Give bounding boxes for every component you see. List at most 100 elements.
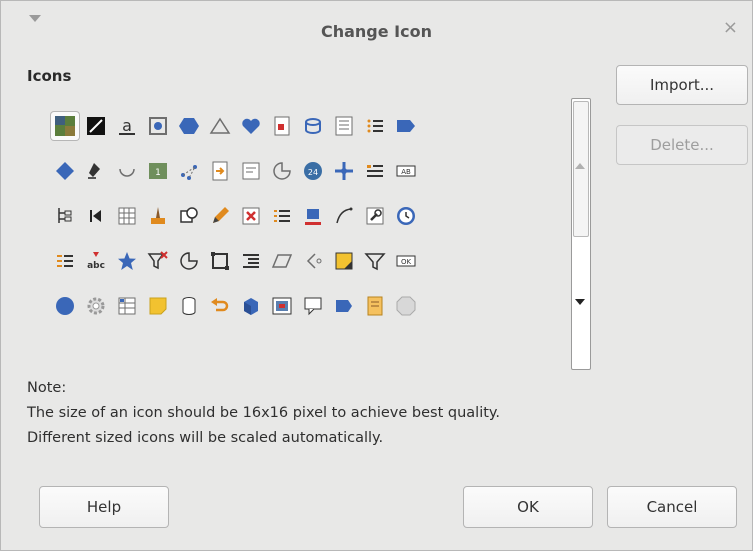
icon-list-scrollbar[interactable] [571,98,591,370]
smile-arc-icon [113,157,141,185]
svg-text:AB: AB [401,168,411,176]
icon-cell-column-list[interactable] [328,103,359,148]
pentagon-arrow-icon [392,112,420,140]
icon-cell-chevron-back[interactable] [297,238,328,283]
icon-cell-ok-button[interactable]: OK [390,238,421,283]
filter-delete-icon [144,247,172,275]
icon-cell-numbered-list-2[interactable] [49,238,80,283]
scroll-down-arrow-icon[interactable] [575,299,585,305]
icon-cell-skip-first[interactable] [80,193,111,238]
table-grid-icon [113,202,141,230]
cancel-button[interactable]: Cancel [607,486,737,528]
icon-cell-db-refresh[interactable] [297,103,328,148]
icon-cell-calendar-24[interactable]: 24 [297,148,328,193]
circle-blue-icon [51,292,79,320]
icon-cell-move-cross[interactable] [328,148,359,193]
icon-cell-cylinder[interactable] [173,283,204,328]
icon-cell-document-orange[interactable] [359,283,390,328]
cylinder-icon [175,292,203,320]
icon-cell-data-table[interactable] [111,283,142,328]
icon-cell-diamond[interactable] [49,148,80,193]
icon-cell-folded-corner[interactable] [328,238,359,283]
pencil-icon [206,202,234,230]
icon-cell-filter-delete[interactable] [142,238,173,283]
icon-cell-shape-points[interactable] [173,148,204,193]
delete-button[interactable]: Delete... [616,125,748,165]
icon-cell-black-white-square[interactable] [80,103,111,148]
icon-cell-funnel[interactable] [359,238,390,283]
clock-icon [392,202,420,230]
icon-cell-delete-box[interactable] [235,193,266,238]
icon-cell-cube[interactable] [235,283,266,328]
change-icon-dialog: Change Icon × Icons a 1 24 AB abc OK Import..… [0,0,753,551]
window-menu-icon[interactable] [29,15,41,22]
ok-button[interactable]: OK [463,486,593,528]
icon-cell-bullet-list[interactable] [359,103,390,148]
icon-cell-paint-brush[interactable] [142,193,173,238]
icon-cell-parallelogram[interactable] [266,238,297,283]
column-list-icon [330,112,358,140]
icons-section-label: Icons [27,67,72,85]
close-icon[interactable]: × [723,19,738,37]
icon-cell-numbered-list[interactable] [266,193,297,238]
icon-cell-pencil[interactable] [204,193,235,238]
icon-cell-circle-arc[interactable] [173,238,204,283]
note-line-2: Different sized icons will be scaled aut… [27,430,384,446]
icon-cell-tree-view[interactable] [49,193,80,238]
spell-check-icon: abc [82,247,110,275]
icon-cell-text-box[interactable] [235,148,266,193]
diamond-icon [51,157,79,185]
parallelogram-icon [268,247,296,275]
icon-cell-heart[interactable] [235,103,266,148]
icon-cell-underline-box[interactable] [297,193,328,238]
image-map-icon: 1 [144,157,172,185]
icon-cell-insert-file[interactable] [204,148,235,193]
stamp-icon [82,157,110,185]
icon-cell-image-map[interactable]: 1 [142,148,173,193]
icon-cell-callout[interactable] [297,283,328,328]
icon-cell-shapes-3d[interactable] [173,193,204,238]
icon-cell-image-frame[interactable] [142,103,173,148]
icon-list[interactable]: a 1 24 AB abc OK [29,93,596,370]
icon-grid: a 1 24 AB abc OK [49,103,421,328]
scroll-up-arrow-icon[interactable] [575,163,585,169]
note-line-1: The size of an icon should be 16x16 pixe… [27,405,501,421]
icon-cell-polygon-select[interactable] [204,238,235,283]
icon-cell-clock[interactable] [390,193,421,238]
icon-cell-wrench[interactable] [359,193,390,238]
help-button[interactable]: Help [39,486,169,528]
icon-cell-text-field[interactable]: AB [390,148,421,193]
icon-cell-form-document[interactable] [266,103,297,148]
icon-cell-text-list[interactable] [359,148,390,193]
icon-cell-pentagon-arrow[interactable] [390,103,421,148]
icon-cell-triangle-outline[interactable] [204,103,235,148]
import-button[interactable]: Import... [616,65,748,105]
icon-cell-star[interactable] [111,238,142,283]
icon-cell-gear[interactable] [80,283,111,328]
folded-corner-icon [330,247,358,275]
icon-cell-flowchart-box[interactable] [328,283,359,328]
icon-cell-stamp[interactable] [80,148,111,193]
icon-cell-image-anchor[interactable]: a [111,103,142,148]
skip-first-icon [82,202,110,230]
icon-cell-octagon[interactable] [390,283,421,328]
icon-cell-sticky-note[interactable] [142,283,173,328]
icon-cell-table-grid[interactable] [111,193,142,238]
document-orange-icon [361,292,389,320]
icon-cell-hexagon[interactable] [173,103,204,148]
scrollbar-thumb[interactable] [573,101,589,237]
icon-cell-smile-arc[interactable] [111,148,142,193]
icon-cell-photo[interactable] [49,103,80,148]
db-refresh-icon [299,112,327,140]
icon-cell-curve[interactable] [328,193,359,238]
icon-cell-spell-check[interactable]: abc [80,238,111,283]
shapes-3d-icon [175,202,203,230]
icon-cell-undo-arrow[interactable] [204,283,235,328]
underline-box-icon [299,202,327,230]
bullet-list-icon [361,112,389,140]
icon-cell-image-window[interactable] [266,283,297,328]
icon-cell-circle-blue[interactable] [49,283,80,328]
svg-text:OK: OK [400,258,411,266]
icon-cell-pie-outline[interactable] [266,148,297,193]
icon-cell-indent-list[interactable] [235,238,266,283]
